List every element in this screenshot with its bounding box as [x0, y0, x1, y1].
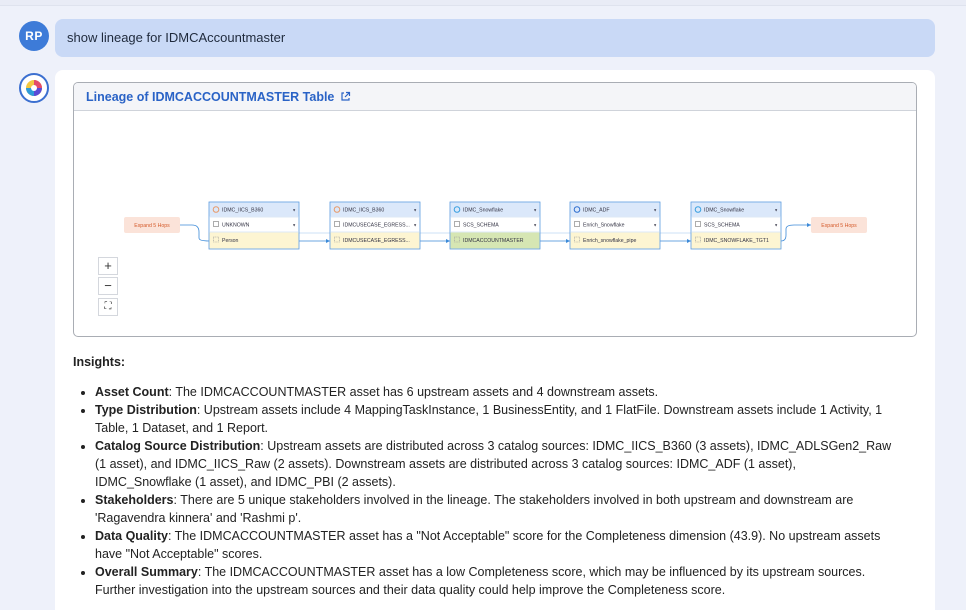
zoom-out-button[interactable]: −	[98, 277, 118, 295]
insight-item: Catalog Source Distribution: Upstream as…	[95, 437, 893, 491]
node-source-label: IDMC_IICS_B360	[343, 208, 384, 214]
lineage-graph: Expand 5 Hops Expand 5 Hops IDMC_IICS_B360…	[124, 201, 867, 250]
lineage-header[interactable]: Lineage of IDMCACCOUNTMASTER Table	[74, 83, 916, 111]
insight-item: Type Distribution: Upstream assets inclu…	[95, 401, 893, 437]
lineage-card: Lineage of IDMCACCOUNTMASTER Table Expan…	[73, 82, 917, 337]
edge-line	[180, 224, 210, 242]
node-schema-label: SCS_SCHEMA	[704, 223, 740, 229]
node-source-label: IDMC_ADF	[583, 208, 610, 214]
edge-arrow	[807, 223, 811, 227]
expand-downstream-label: Expand 5 Hops	[821, 223, 857, 229]
edge-arrow	[326, 239, 330, 243]
node-asset-label: IDMCACCOUNTMASTER	[463, 238, 524, 244]
edge-arrow	[687, 239, 691, 243]
node-asset-label: Person	[222, 238, 239, 244]
edge-arrow	[566, 239, 570, 243]
node-source-label: IDMC_IICS_B360	[222, 208, 263, 214]
insight-item: Data Quality: The IDMCACCOUNTMASTER asse…	[95, 527, 893, 563]
expand-upstream-label: Expand 5 Hops	[134, 223, 170, 229]
node-source-label: IDMC_Snowflake	[463, 208, 503, 214]
insights-list: Asset Count: The IDMCACCOUNTMASTER asset…	[73, 383, 893, 599]
user-query-bubble: show lineage for IDMCAccountmaster	[55, 19, 935, 57]
lineage-canvas[interactable]: Expand 5 Hops Expand 5 Hops IDMC_IICS_B360…	[74, 111, 916, 336]
edge-line	[780, 224, 811, 242]
edge-arrow	[446, 239, 450, 243]
insights-heading: Insights:	[73, 355, 126, 369]
node-asset-label: IDMC_SNOWFLAKE_TGT1	[704, 238, 769, 244]
assistant-logo-icon	[26, 80, 42, 96]
node-schema-label: SCS_SCHEMA	[463, 223, 499, 229]
user-avatar: RP	[19, 21, 49, 51]
node-asset-label: Enrich_snowflake_pipe	[583, 238, 636, 244]
node-schema-label: Enrich_Snowflake	[583, 223, 625, 229]
insight-item: Overall Summary: The IDMCACCOUNTMASTER a…	[95, 563, 893, 599]
external-link-icon[interactable]	[340, 91, 351, 102]
node-source-label: IDMC_Snowflake	[704, 208, 744, 214]
lineage-title[interactable]: Lineage of IDMCACCOUNTMASTER Table	[86, 83, 334, 111]
node-asset-label: IDMCUSECASE_EGRESS...	[343, 238, 410, 244]
node-schema-label: IDMCUSECASE_EGRESS...	[343, 223, 410, 229]
assistant-avatar	[19, 73, 49, 103]
fit-view-button[interactable]: ⛶	[98, 298, 118, 316]
assistant-response: Lineage of IDMCACCOUNTMASTER Table Expan…	[55, 70, 935, 610]
insight-item: Stakeholders: There are 5 unique stakeho…	[95, 491, 893, 527]
zoom-in-button[interactable]: +	[98, 257, 118, 275]
node-schema-label: UNKNOWN	[222, 223, 250, 229]
top-strip	[0, 0, 966, 6]
insight-item: Asset Count: The IDMCACCOUNTMASTER asset…	[95, 383, 893, 401]
insights-section: Insights: Asset Count: The IDMCACCOUNTMA…	[73, 353, 893, 599]
